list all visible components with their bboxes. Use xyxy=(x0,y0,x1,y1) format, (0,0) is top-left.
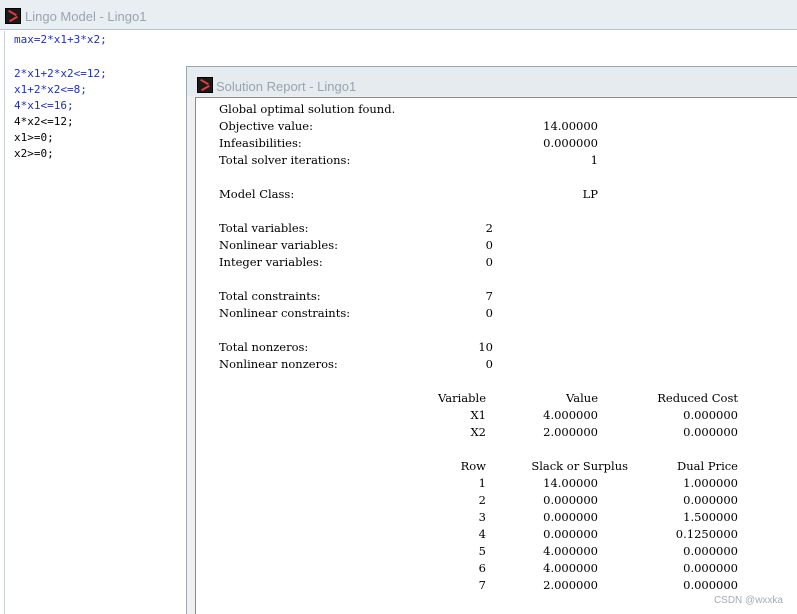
slack-surplus-cell: 14.00000 xyxy=(543,476,598,490)
variables-info-value: 0 xyxy=(485,255,493,269)
row-number-cell: 6 xyxy=(478,561,486,575)
summary-label: Total solver iterations: xyxy=(219,153,351,167)
solution-report-window[interactable]: Solution Report - Lingo1 Global optimal … xyxy=(186,66,797,614)
variable-name-cell: X1 xyxy=(470,408,486,422)
variables-info-value: 2 xyxy=(485,221,493,235)
row-number-cell: 4 xyxy=(478,527,486,541)
report-window-title: Solution Report - Lingo1 xyxy=(216,79,357,94)
row-number-cell: 7 xyxy=(478,578,486,592)
slack-surplus-cell: 0.000000 xyxy=(543,493,598,507)
report-text-area[interactable]: Global optimal solution found. Objective… xyxy=(195,97,797,614)
status-text: Global optimal solution found. xyxy=(219,102,396,116)
summary-label: Objective value: xyxy=(219,119,313,133)
reduced-cost-cell: 0.000000 xyxy=(683,408,738,422)
dual-price-cell: 0.000000 xyxy=(683,493,738,507)
dual-price-cell: 0.000000 xyxy=(683,544,738,558)
constraints-info-label: Total constraints: xyxy=(219,289,321,303)
row-table-header: Row xyxy=(460,459,486,473)
variable-table-header: Value xyxy=(566,391,598,405)
lingo-app-icon[interactable] xyxy=(5,8,21,24)
dual-price-cell: 0.000000 xyxy=(683,561,738,575)
slack-surplus-cell: 4.000000 xyxy=(543,561,598,575)
nonzeros-info-label: Nonlinear nonzeros: xyxy=(219,357,338,371)
code-line[interactable]: max=2*x1+3*x2; xyxy=(14,31,107,48)
row-table-header: Dual Price xyxy=(677,459,738,473)
code-line[interactable]: x1+2*x2<=8; xyxy=(14,81,87,98)
variable-table-header: Reduced Cost xyxy=(657,391,738,405)
variables-info-label: Integer variables: xyxy=(219,255,323,269)
code-line[interactable]: 4*x2<=12; xyxy=(14,113,74,130)
summary-value: 1 xyxy=(590,153,598,167)
constraints-info-value: 0 xyxy=(485,306,493,320)
model-window-titlebar[interactable]: Lingo Model - Lingo1 xyxy=(0,0,797,30)
variables-info-label: Total variables: xyxy=(219,221,309,235)
row-number-cell: 1 xyxy=(478,476,486,490)
slack-surplus-cell: 0.000000 xyxy=(543,510,598,524)
dual-price-cell: 0.000000 xyxy=(683,578,738,592)
nonzeros-info-value: 0 xyxy=(485,357,493,371)
variables-info-value: 0 xyxy=(485,238,493,252)
variable-value-cell: 2.000000 xyxy=(543,425,598,439)
code-line[interactable]: x2>=0; xyxy=(14,145,54,162)
summary-value: 14.00000 xyxy=(543,119,598,133)
summary-value: 0.000000 xyxy=(543,136,598,150)
dual-price-cell: 1.500000 xyxy=(683,510,738,524)
nonzeros-info-value: 10 xyxy=(478,340,493,354)
dual-price-cell: 0.1250000 xyxy=(675,527,738,541)
variable-value-cell: 4.000000 xyxy=(543,408,598,422)
code-line[interactable]: 4*x1<=16; xyxy=(14,97,74,114)
model-class-label: Model Class: xyxy=(219,187,295,201)
variable-table-header: Variable xyxy=(438,391,486,405)
slack-surplus-cell: 4.000000 xyxy=(543,544,598,558)
constraints-info-label: Nonlinear constraints: xyxy=(219,306,351,320)
reduced-cost-cell: 0.000000 xyxy=(683,425,738,439)
report-window-titlebar[interactable]: Solution Report - Lingo1 xyxy=(187,67,797,96)
model-class-value: LP xyxy=(582,187,598,201)
slack-surplus-cell: 0.000000 xyxy=(543,527,598,541)
lingo-app-icon[interactable] xyxy=(197,77,213,93)
constraints-info-value: 7 xyxy=(485,289,493,303)
variable-name-cell: X2 xyxy=(470,425,486,439)
slack-surplus-cell: 2.000000 xyxy=(543,578,598,592)
nonzeros-info-label: Total nonzeros: xyxy=(219,340,309,354)
row-number-cell: 5 xyxy=(478,544,486,558)
csdn-watermark: CSDN @wxxka xyxy=(713,595,783,606)
code-line[interactable]: x1>=0; xyxy=(14,129,54,146)
dual-price-cell: 1.000000 xyxy=(683,476,738,490)
code-line[interactable]: 2*x1+2*x2<=12; xyxy=(14,65,107,82)
summary-label: Infeasibilities: xyxy=(219,136,302,150)
row-number-cell: 2 xyxy=(478,493,486,507)
row-number-cell: 3 xyxy=(478,510,486,524)
variables-info-label: Nonlinear variables: xyxy=(219,238,338,252)
model-window-title: Lingo Model - Lingo1 xyxy=(25,9,147,24)
